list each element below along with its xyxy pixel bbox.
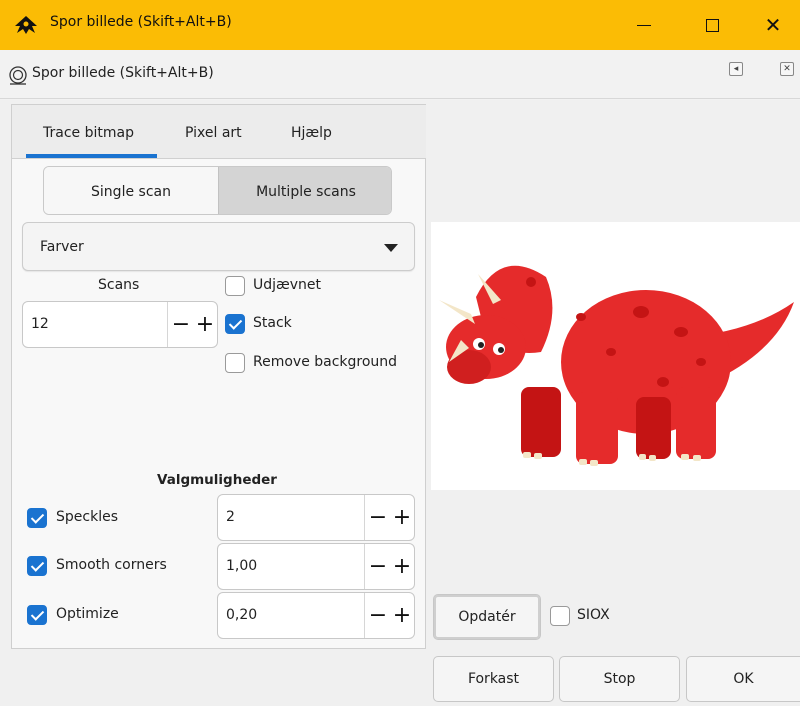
chevron-down-icon (384, 244, 398, 252)
spin-divider (364, 593, 365, 638)
close-button[interactable]: ✕ (746, 0, 800, 50)
spin-buttons: − + (366, 544, 414, 589)
update-preview-button[interactable]: Opdatér (433, 594, 541, 640)
stack-label: Stack (253, 315, 292, 331)
maximize-button[interactable] (678, 0, 746, 50)
smooth-corners-spinbox: 1,00 − + (217, 543, 415, 590)
spin-buttons: − + (366, 495, 414, 540)
optimize-label: Optimize (56, 606, 119, 622)
optimize-value[interactable]: 0,20 (226, 607, 257, 623)
spin-divider (364, 495, 365, 540)
dock-close-button[interactable]: ✕ (780, 62, 794, 76)
trace-preview (431, 222, 800, 490)
smooth-corners-label: Smooth corners (56, 557, 167, 573)
discard-button[interactable]: Forkast (433, 656, 554, 702)
stack-checkbox[interactable] (225, 314, 245, 334)
triangle-left-icon: ◂ (733, 64, 739, 74)
scans-value[interactable]: 12 (31, 316, 49, 332)
tab-trace-bitmap[interactable]: Trace bitmap (43, 125, 134, 141)
inkscape-icon (15, 16, 37, 34)
speckles-checkbox[interactable] (27, 508, 47, 528)
title-bar: Spor billede (Skift+Alt+B) ✕ (0, 0, 800, 50)
trace-mode-dropdown[interactable]: Farver (22, 222, 415, 271)
smooth-corners-checkbox[interactable] (27, 556, 47, 576)
optimize-checkbox[interactable] (27, 605, 47, 625)
increment-button[interactable]: + (390, 506, 414, 529)
speckles-value[interactable]: 2 (226, 509, 235, 525)
increment-button[interactable]: + (193, 313, 217, 336)
siox-checkbox[interactable] (550, 606, 570, 626)
dock-collapse-button[interactable]: ◂ (729, 62, 743, 76)
remove-background-checkbox[interactable] (225, 353, 245, 373)
spin-divider (364, 544, 365, 589)
dock-title: Spor billede (Skift+Alt+B) (32, 65, 214, 81)
spin-divider (167, 302, 168, 347)
decrement-button[interactable]: − (366, 506, 390, 529)
active-tab-indicator (26, 154, 157, 158)
single-scan-button[interactable]: Single scan (44, 167, 218, 214)
spin-buttons: − + (366, 593, 414, 638)
decrement-button[interactable]: − (366, 604, 390, 627)
close-icon: ✕ (764, 13, 782, 37)
increment-button[interactable]: + (390, 604, 414, 627)
minimize-button[interactable] (610, 0, 678, 50)
ok-button[interactable]: OK (686, 656, 800, 702)
multiple-scans-button[interactable]: Multiple scans (218, 167, 391, 214)
remove-background-label: Remove background (253, 354, 398, 370)
window-title: Spor billede (Skift+Alt+B) (50, 14, 232, 30)
minimize-icon (637, 24, 651, 26)
dropdown-value: Farver (40, 239, 84, 255)
scans-spinbox: 12 − + (22, 301, 218, 348)
increment-button[interactable]: + (390, 555, 414, 578)
udjaevnet-checkbox[interactable] (225, 276, 245, 296)
optimize-spinbox: 0,20 − + (217, 592, 415, 639)
spin-buttons: − + (169, 302, 217, 347)
options-heading: Valgmuligheder (157, 472, 277, 488)
header-divider (0, 98, 800, 99)
smooth-corners-value[interactable]: 1,00 (226, 558, 257, 574)
siox-label: SIOX (577, 607, 610, 623)
scan-mode-switch: Single scan Multiple scans (43, 166, 392, 215)
tab-help[interactable]: Hjælp (291, 125, 332, 141)
tab-pixel-art[interactable]: Pixel art (185, 125, 242, 141)
dock-header: Spor billede (Skift+Alt+B) ◂ ✕ (0, 50, 800, 100)
decrement-button[interactable]: − (366, 555, 390, 578)
close-icon: ✕ (783, 64, 791, 74)
udjaevnet-label: Udjævnet (253, 277, 322, 293)
trace-bitmap-icon (9, 66, 27, 85)
dinosaur-preview-image (439, 265, 794, 466)
decrement-button[interactable]: − (169, 313, 193, 336)
maximize-icon (705, 18, 719, 32)
scans-label: Scans (98, 277, 140, 293)
speckles-spinbox: 2 − + (217, 494, 415, 541)
speckles-label: Speckles (56, 509, 118, 525)
stop-button[interactable]: Stop (559, 656, 680, 702)
